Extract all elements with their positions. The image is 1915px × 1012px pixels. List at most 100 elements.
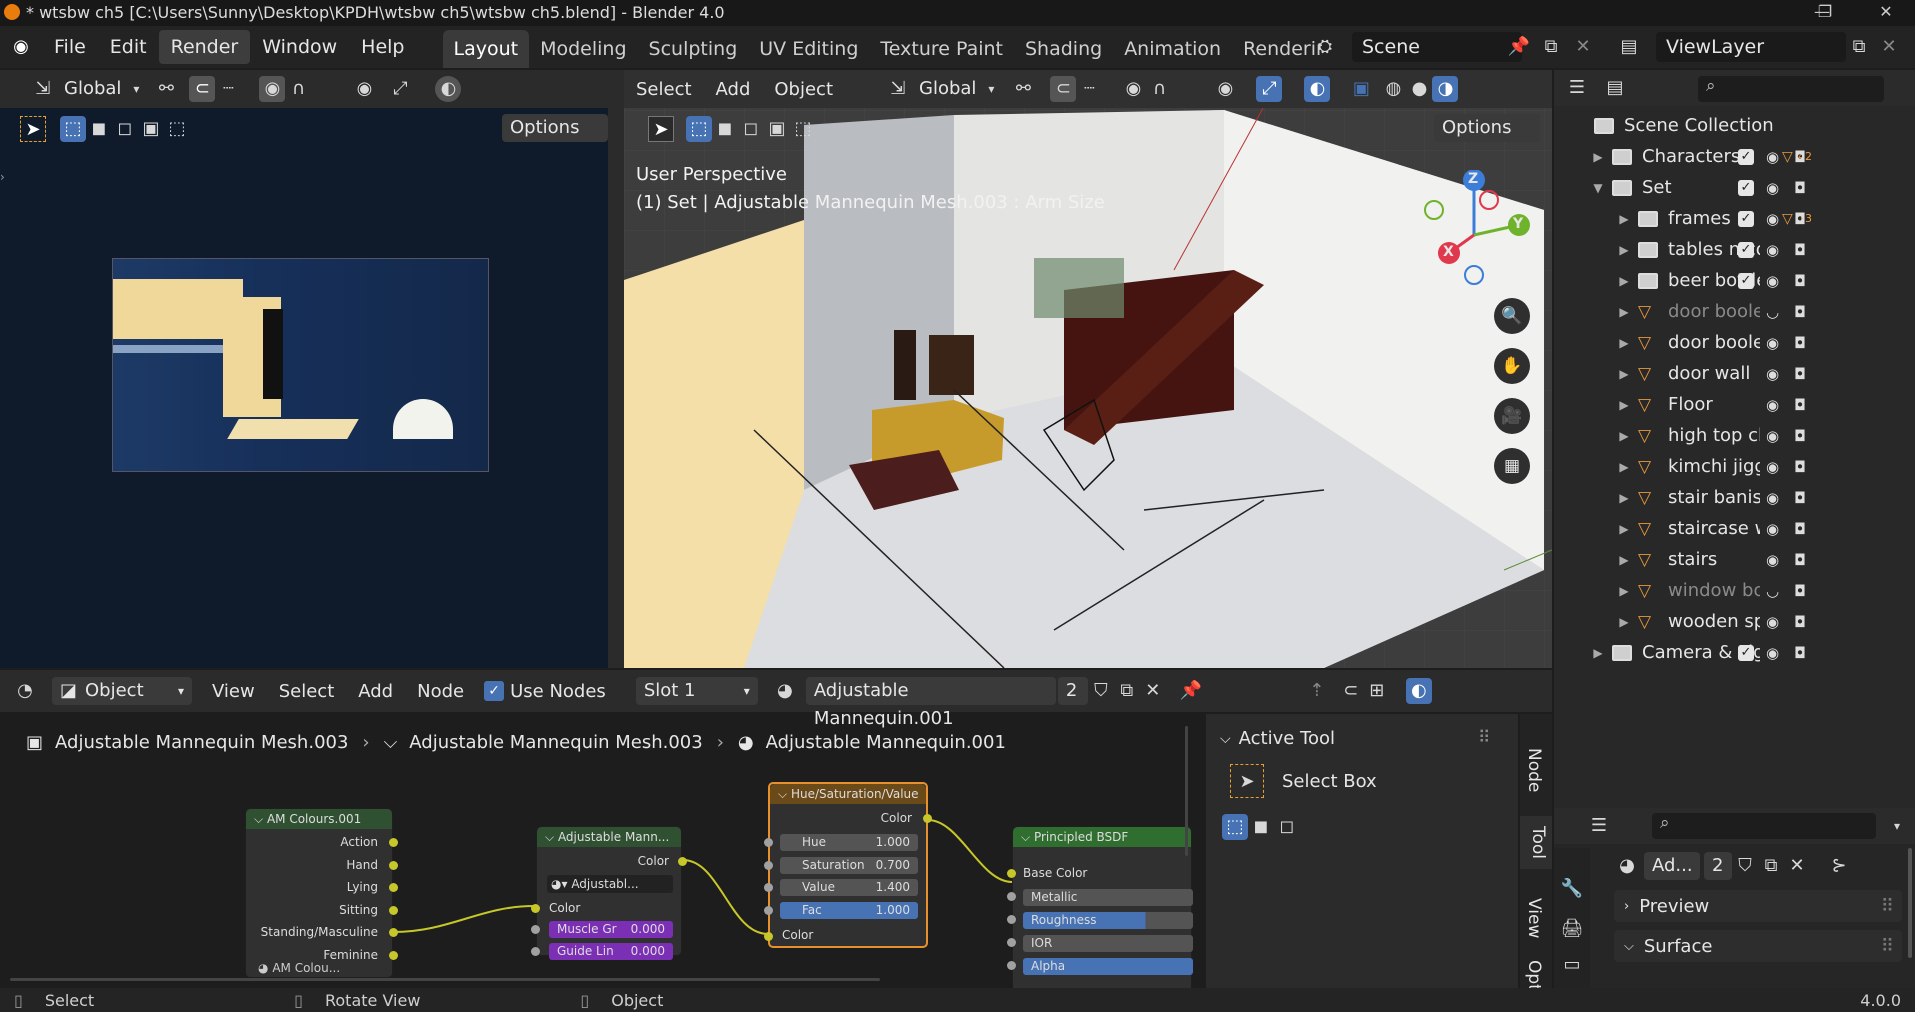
properties-material-users[interactable]: 2 xyxy=(1704,852,1732,880)
left-options-button[interactable]: Options xyxy=(502,114,608,142)
view-layer-selector[interactable]: ViewLayer xyxy=(1656,32,1846,62)
new-scene-icon[interactable]: ⧉ xyxy=(1538,34,1564,60)
duplicate-material-icon[interactable]: ⧉ xyxy=(1758,853,1784,879)
node-hsv-field[interactable]: Hue 1.000 xyxy=(780,834,918,851)
sidebar-tab-options[interactable]: Opti xyxy=(1524,960,1544,988)
collapse-icon[interactable]: ⌵ xyxy=(545,830,554,844)
camera-render-icon[interactable]: ◘ xyxy=(1794,427,1806,445)
select-new-icon[interactable]: ⬚ xyxy=(60,116,86,142)
outliner-row[interactable]: ▶ ▽ wooden spoon ◉ ◘ xyxy=(1554,606,1915,637)
viewport-menu-add[interactable]: Add xyxy=(704,73,763,106)
eye-icon[interactable]: ◉ xyxy=(1766,489,1779,507)
outliner-row[interactable]: ▶ ▽ kimchi jiggae.0 ◉ ◘ xyxy=(1554,451,1915,482)
shading-wireframe-icon[interactable]: ◍ xyxy=(1380,76,1406,102)
tab-texture-paint[interactable]: Texture Paint xyxy=(869,30,1014,68)
node-am-colours[interactable]: ⌵ AM Colours.001 Action Hand Lying Sitting S… xyxy=(245,808,398,978)
select-new-icon[interactable]: ⬚ xyxy=(1222,814,1248,840)
viewport-orientation-dropdown[interactable]: Global xyxy=(911,75,984,103)
exclude-checkbox[interactable]: ✓ xyxy=(1738,210,1754,227)
overlay-toggle-icon[interactable]: ◐ xyxy=(1304,76,1331,102)
outliner-editor-type-icon[interactable]: ☰ xyxy=(1564,75,1590,101)
menu-window[interactable]: Window xyxy=(250,30,349,64)
tab-sculpting[interactable]: Sculpting xyxy=(638,30,749,68)
node-am-colours-header[interactable]: ⌵ AM Colours.001 xyxy=(246,809,392,829)
node-hue-saturation-value[interactable]: ⌵ Hue/Saturation/Value Color Hue 1.000 Sat… xyxy=(764,782,932,948)
active-tool-entry[interactable]: ➤ Select Box xyxy=(1230,764,1377,798)
node-bsdf-input-socket[interactable] xyxy=(1007,938,1016,947)
viewport-menu-object[interactable]: Object xyxy=(762,73,845,106)
node-snap-grid-icon[interactable]: ⊞ xyxy=(1364,678,1390,704)
outliner-row[interactable]: ▶ ▽ staircase wall ◉ ◘ xyxy=(1554,513,1915,544)
eye-icon[interactable]: ◉ xyxy=(1766,241,1779,259)
node-hsv-header[interactable]: ⌵ Hue/Saturation/Value xyxy=(770,784,926,804)
display-mode-icon[interactable]: ▤ xyxy=(1602,75,1628,101)
delete-view-layer-icon[interactable]: ✕ xyxy=(1876,34,1902,60)
camera-render-icon[interactable]: ◘ xyxy=(1794,241,1806,259)
node-bsdf-input[interactable]: Roughness xyxy=(1023,912,1193,929)
left-viewport[interactable]: ⇲ Global ▾ ⚯ ⊂ ┈ ◉ ∩ ◉ ⤢ ◐ ➤ ⬚ ◼ ◻ ▣ ⬚ O… xyxy=(0,70,608,668)
eye-icon[interactable]: ◉ xyxy=(1766,365,1779,383)
camera-render-icon[interactable]: ◘ xyxy=(1794,582,1806,600)
restore-button[interactable]: ❐ xyxy=(1805,2,1845,24)
node-adjustable-header[interactable]: ⌵ Adjustable Mann... xyxy=(537,827,681,847)
exclude-checkbox[interactable]: ✓ xyxy=(1738,644,1754,661)
camera-render-icon[interactable]: ◘ xyxy=(1794,179,1806,197)
node-bsdf-input[interactable]: IOR xyxy=(1023,935,1193,952)
collapse-region-icon[interactable]: › xyxy=(0,170,5,184)
eye-icon[interactable]: ◉ xyxy=(1766,334,1779,352)
node-adjustable-input-socket[interactable] xyxy=(531,904,540,913)
scene-icon[interactable]: ⛭ xyxy=(1312,34,1338,60)
xray-icon[interactable]: ▣ xyxy=(1348,76,1374,102)
tab-rendering[interactable]: Rendering xyxy=(1232,30,1322,68)
outliner-row[interactable]: ▶ Characters 42 ▽ ✓ ◉ ◘ xyxy=(1554,141,1915,172)
node-bsdf-input[interactable]: Alpha xyxy=(1023,958,1193,975)
select-tool-icon[interactable]: ➤ xyxy=(20,116,46,142)
surface-panel-header[interactable]: ⌵ Surface ⠿ xyxy=(1614,930,1902,962)
outliner-scene-collection[interactable]: Scene Collection xyxy=(1594,110,1914,141)
expand-right-icon[interactable]: ▶ xyxy=(1616,429,1632,443)
camera-render-icon[interactable]: ◘ xyxy=(1794,303,1806,321)
camera-render-icon[interactable]: ◘ xyxy=(1794,520,1806,538)
expand-right-icon[interactable]: ▶ xyxy=(1616,367,1632,381)
node-editor-scrollbar[interactable] xyxy=(10,978,880,981)
eye-icon[interactable]: ◉ xyxy=(1766,551,1779,569)
camera-render-icon[interactable]: ◘ xyxy=(1794,396,1806,414)
camera-render-icon[interactable]: ◘ xyxy=(1794,489,1806,507)
expand-right-icon[interactable]: ▶ xyxy=(1616,305,1632,319)
expand-right-icon[interactable]: ▶ xyxy=(1616,460,1632,474)
outliner-row[interactable]: ▶ ▽ door wall ◉ ◘ xyxy=(1554,358,1915,389)
new-view-layer-icon[interactable]: ⧉ xyxy=(1846,34,1872,60)
drag-handle-icon[interactable]: ⠿ xyxy=(1881,936,1894,957)
node-am-output-socket[interactable] xyxy=(389,905,398,915)
snap-increment-icon[interactable]: ┈ xyxy=(1076,76,1102,102)
node-principled-header[interactable]: ⌵ Principled BSDF xyxy=(1013,827,1191,847)
tab-modeling[interactable]: Modeling xyxy=(529,30,637,68)
falloff-icon[interactable]: ∩ xyxy=(1146,76,1172,102)
outliner-row[interactable]: ▶ ▽ Floor ◉ ◘ xyxy=(1554,389,1915,420)
node-hsv-field[interactable]: Saturation 0.700 xyxy=(780,856,918,874)
node-hsv-field[interactable]: Value 1.400 xyxy=(780,879,918,896)
gizmo-toggle-icon[interactable]: ⤢ xyxy=(1256,76,1283,102)
outliner-row[interactable]: ▶Camera & Lights✓◉◘ xyxy=(1554,637,1915,668)
node-am-output-socket[interactable] xyxy=(389,951,398,960)
select-subtract-icon[interactable]: ◻ xyxy=(1274,814,1300,840)
select-new-icon[interactable]: ⬚ xyxy=(686,116,712,142)
output-tab-icon[interactable]: ▭ xyxy=(1559,952,1585,978)
camera-render-icon[interactable]: ◘ xyxy=(1794,148,1806,166)
active-tool-panel-header[interactable]: ⌵ Active Tool xyxy=(1220,728,1335,749)
eye-icon[interactable]: ◉ xyxy=(1766,148,1779,166)
view-layer-icon[interactable]: ▤ xyxy=(1616,34,1642,60)
collapse-icon[interactable]: ⌵ xyxy=(778,787,787,801)
material-node-icon[interactable]: ⊱ xyxy=(1826,853,1852,879)
tool-tab-icon[interactable]: 🔧 xyxy=(1559,876,1585,902)
node-adjustable-datablock[interactable]: ◕▾ Adjustabl... xyxy=(547,875,673,893)
fake-user-shield-icon[interactable]: ⛉ xyxy=(1732,853,1758,879)
eye-icon[interactable]: ◉ xyxy=(1766,272,1779,290)
expand-right-icon[interactable]: ▶ xyxy=(1590,646,1606,660)
select-extend-icon[interactable]: ◼ xyxy=(86,116,112,142)
exclude-checkbox[interactable]: ✓ xyxy=(1738,241,1754,258)
proportional-edit-icon[interactable]: ◉ xyxy=(259,76,286,102)
properties-editor-type-icon[interactable]: ☰ xyxy=(1586,813,1612,839)
node-snap-icon[interactable]: ⊂ xyxy=(1338,678,1364,704)
viewport-menu-select[interactable]: Select xyxy=(624,73,704,106)
